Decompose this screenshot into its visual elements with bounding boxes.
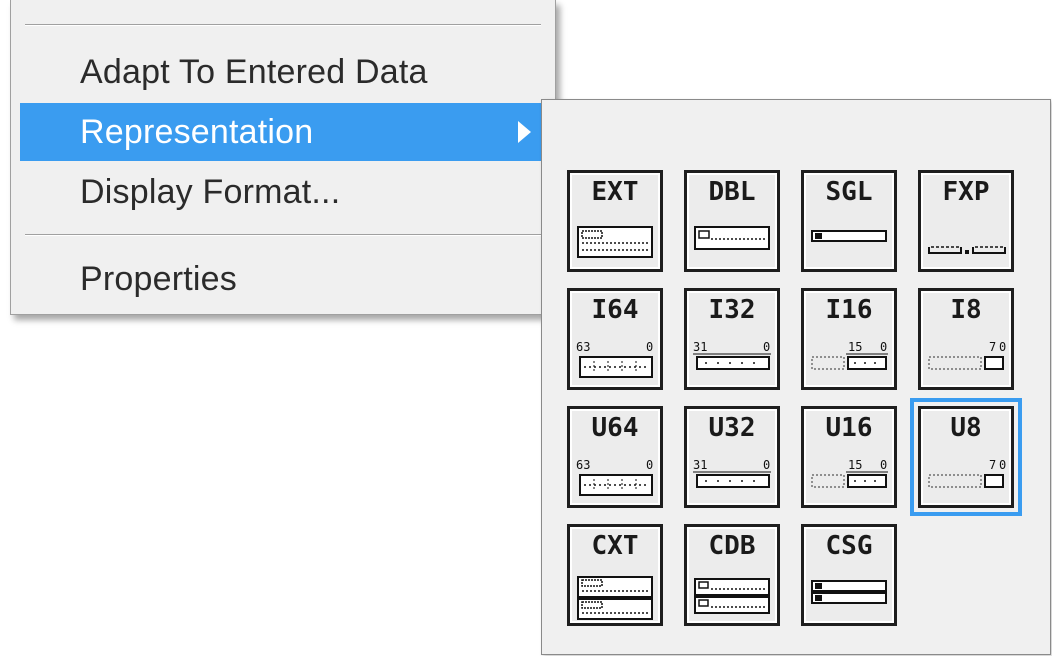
bit-label-low: 0 (999, 458, 1006, 472)
bit-label-high: 31 (693, 458, 707, 472)
bit-label-low: 0 (999, 340, 1006, 354)
tile-label: FXP (942, 177, 990, 207)
menu-item-display-format[interactable]: Display Format... (20, 163, 555, 221)
tile-label: U16 (825, 413, 873, 443)
bit-label-high: 63 (576, 340, 590, 354)
tile-label: CDB (708, 531, 756, 561)
representation-fxp[interactable]: FXP (918, 170, 1014, 272)
tile-label: I16 (825, 295, 873, 325)
menu-item-label: Display Format... (80, 172, 341, 211)
fixed-point-icon (928, 246, 1006, 254)
tile-label: I32 (708, 295, 756, 325)
representation-u16[interactable]: U16 15 0 (801, 406, 897, 508)
menu-separator (25, 24, 541, 26)
submenu-arrow-icon (518, 121, 531, 143)
representation-cxt[interactable]: CXT (567, 524, 663, 626)
representation-i64[interactable]: I64 63 0 (567, 288, 663, 390)
bit-label-high: 7 (989, 340, 996, 354)
tile-label: CXT (591, 531, 639, 561)
bit-label-low: 0 (880, 458, 887, 472)
representation-i16[interactable]: I16 15 0 (801, 288, 897, 390)
representation-u32[interactable]: U32 31 0 (684, 406, 780, 508)
float-single-icon (811, 230, 887, 242)
bit-label-high: 15 (848, 340, 862, 354)
representation-sgl[interactable]: SGL (801, 170, 897, 272)
uint32-icon: 31 0 (693, 458, 771, 488)
bit-label-low: 0 (763, 340, 770, 354)
menu-item-properties[interactable]: Properties (20, 250, 555, 308)
bit-label-low: 0 (646, 340, 653, 354)
int16-icon: 15 0 (811, 340, 888, 370)
menu-item-label: Properties (80, 259, 237, 298)
int64-icon: 63 0 (576, 340, 653, 378)
representation-palette: EXT DBL SGL FXP I64 63 0 I32 31 0 I16 15… (541, 99, 1051, 655)
tile-label: U64 (591, 413, 639, 443)
menu-separator (25, 234, 541, 236)
representation-u8[interactable]: U8 7 0 (910, 398, 1022, 516)
tile-label: CSG (825, 531, 873, 561)
uint16-icon: 15 0 (811, 458, 888, 488)
context-menu: Adapt To Entered Data Representation Dis… (10, 0, 556, 315)
representation-ext[interactable]: EXT (567, 170, 663, 272)
bit-label-low: 0 (880, 340, 887, 354)
tile-label: U32 (708, 413, 756, 443)
representation-csg[interactable]: CSG (801, 524, 897, 626)
uint8-icon: 7 0 (928, 458, 1006, 488)
float-extended-icon (577, 226, 653, 258)
float-double-icon (694, 226, 770, 250)
representation-u64[interactable]: U64 63 0 (567, 406, 663, 508)
representation-i32[interactable]: I32 31 0 (684, 288, 780, 390)
bit-label-high: 15 (848, 458, 862, 472)
menu-item-label: Adapt To Entered Data (80, 52, 428, 91)
bit-label-low: 0 (646, 458, 653, 472)
bit-label-high: 7 (989, 458, 996, 472)
tile-label: I8 (950, 295, 982, 325)
tile-label: U8 (950, 413, 982, 443)
complex-extended-icon (577, 576, 653, 620)
uint64-icon: 63 0 (576, 458, 653, 496)
bit-label-high: 31 (693, 340, 707, 354)
menu-item-label: Representation (80, 112, 314, 151)
complex-double-icon (694, 578, 770, 614)
int32-icon: 31 0 (693, 340, 771, 370)
tile-label: EXT (591, 177, 639, 207)
bit-label-low: 0 (763, 458, 770, 472)
tile-label: DBL (708, 177, 756, 207)
representation-dbl[interactable]: DBL (684, 170, 780, 272)
menu-item-representation[interactable]: Representation (20, 103, 555, 161)
bit-label-high: 63 (576, 458, 590, 472)
int8-icon: 7 0 (928, 340, 1006, 370)
tile-label: I64 (591, 295, 639, 325)
tile-label: SGL (825, 177, 873, 207)
representation-i8[interactable]: I8 7 0 (918, 288, 1014, 390)
complex-single-icon (811, 580, 887, 604)
representation-cdb[interactable]: CDB (684, 524, 780, 626)
menu-item-adapt-to-entered-data[interactable]: Adapt To Entered Data (20, 43, 555, 101)
